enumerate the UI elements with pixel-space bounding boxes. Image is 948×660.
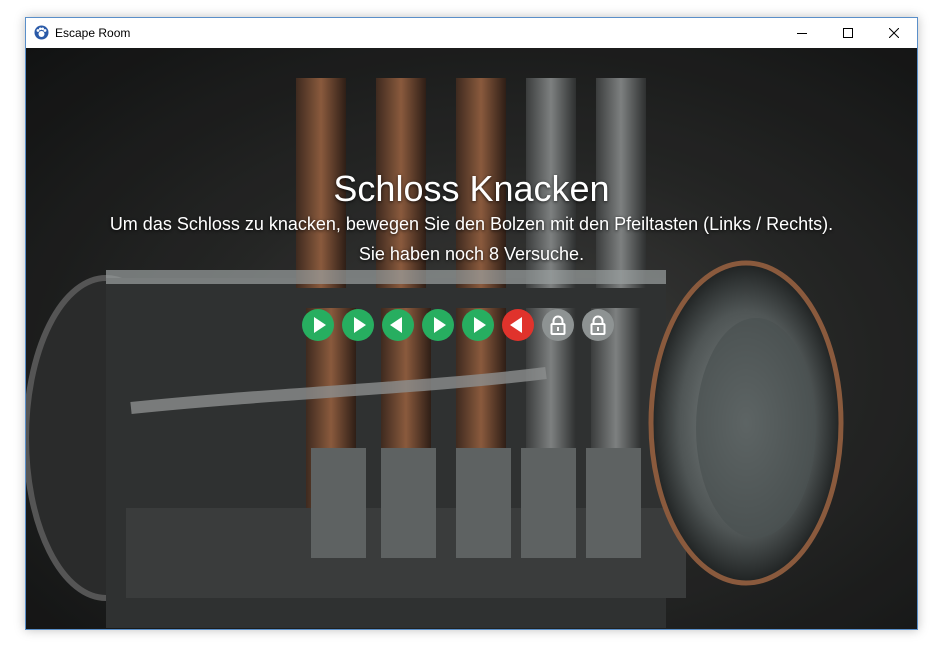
play-right-icon <box>422 309 454 341</box>
maximize-icon <box>843 28 853 38</box>
pin-3[interactable] <box>382 309 414 341</box>
play-right-icon <box>342 309 374 341</box>
pin-4[interactable] <box>422 309 454 341</box>
play-left-icon <box>502 309 534 341</box>
play-left-icon <box>382 309 414 341</box>
close-icon <box>889 28 899 38</box>
window-title: Escape Room <box>55 26 131 40</box>
play-right-icon <box>302 309 334 341</box>
padlock-icon <box>582 309 614 341</box>
pin-5[interactable] <box>462 309 494 341</box>
pin-2[interactable] <box>342 309 374 341</box>
maximize-button[interactable] <box>825 18 871 48</box>
instructions-text: Um das Schloss zu knacken, bewegen Sie d… <box>109 214 834 234</box>
pin-7-locked[interactable] <box>542 309 574 341</box>
play-right-icon <box>462 309 494 341</box>
game-heading: Schloss Knacken <box>333 168 610 209</box>
pin-1[interactable] <box>302 309 334 341</box>
pin-8-locked[interactable] <box>582 309 614 341</box>
paw-app-icon <box>34 25 49 40</box>
attempts-remaining-text: Sie haben noch 8 Versuche. <box>358 244 585 264</box>
game-area: Schloss Knacken Um das Schloss zu knacke… <box>26 48 917 629</box>
padlock-icon <box>542 309 574 341</box>
pin-6-active[interactable] <box>502 309 534 341</box>
title-bar[interactable]: Escape Room <box>26 18 917 48</box>
minimize-button[interactable] <box>779 18 825 48</box>
close-button[interactable] <box>871 18 917 48</box>
app-window: Escape Room Schloss Knacken Um das Schlo… <box>25 17 918 630</box>
minimize-icon <box>797 33 807 34</box>
